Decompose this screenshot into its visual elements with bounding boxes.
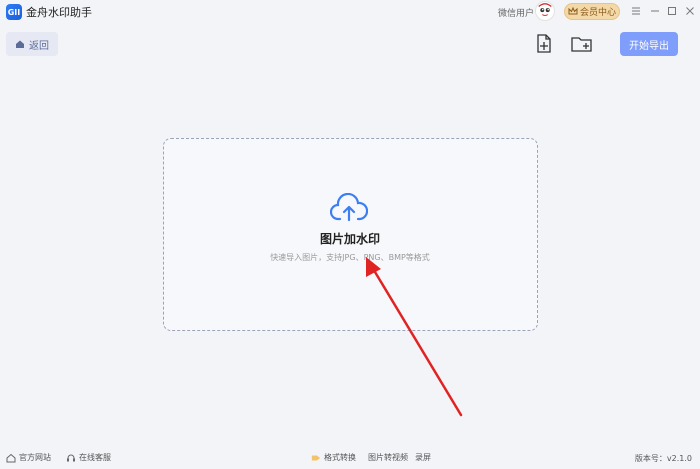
close-icon[interactable] <box>683 4 697 18</box>
avatar-face-icon <box>536 2 554 20</box>
home-icon <box>16 40 24 48</box>
back-button[interactable]: 返回 <box>6 32 58 56</box>
cloud-upload-icon[interactable] <box>330 193 368 223</box>
back-label: 返回 <box>29 40 49 52</box>
add-folder-icon[interactable] <box>571 33 593 55</box>
online-support-label: 在线客服 <box>79 453 111 462</box>
vip-center-label: 会员中心 <box>579 8 616 18</box>
start-export-button[interactable]: 开始导出 <box>620 32 678 56</box>
online-support-link[interactable]: 在线客服 <box>66 452 111 463</box>
title-bar: GII 金舟水印助手 微信用户 会员中心 <box>0 0 700 24</box>
add-file-icon[interactable] <box>533 33 555 55</box>
maximize-icon[interactable] <box>665 4 679 18</box>
promo-tag-icon <box>311 453 321 463</box>
screen-record-label: 录屏 <box>415 453 431 462</box>
image-to-video-link[interactable]: 图片转视频 <box>368 452 408 463</box>
drop-zone-title: 图片加水印 <box>319 232 380 246</box>
home-icon <box>6 453 16 463</box>
minimize-icon[interactable] <box>648 4 662 18</box>
vip-center-button[interactable]: 会员中心 <box>564 3 620 20</box>
screen-record-link[interactable]: 录屏 <box>415 452 431 463</box>
menu-icon[interactable] <box>629 4 643 18</box>
official-website-link[interactable]: 官方网站 <box>6 452 51 463</box>
headset-icon <box>66 453 76 463</box>
app-title: 金舟水印助手 <box>26 6 92 19</box>
image-to-video-label: 图片转视频 <box>368 453 408 462</box>
app-logo: GII <box>6 4 22 20</box>
format-convert-link[interactable]: 格式转换 <box>311 452 356 463</box>
user-name[interactable]: 微信用户 <box>498 6 534 19</box>
format-convert-label: 格式转换 <box>324 453 356 462</box>
version-label: 版本号：v2.1.0 <box>634 454 692 463</box>
official-website-label: 官方网站 <box>19 453 51 462</box>
crown-icon <box>568 7 578 15</box>
avatar[interactable] <box>535 1 555 21</box>
drop-zone-subtitle: 快速导入图片，支持JPG、PNG、BMP等格式 <box>270 253 430 262</box>
